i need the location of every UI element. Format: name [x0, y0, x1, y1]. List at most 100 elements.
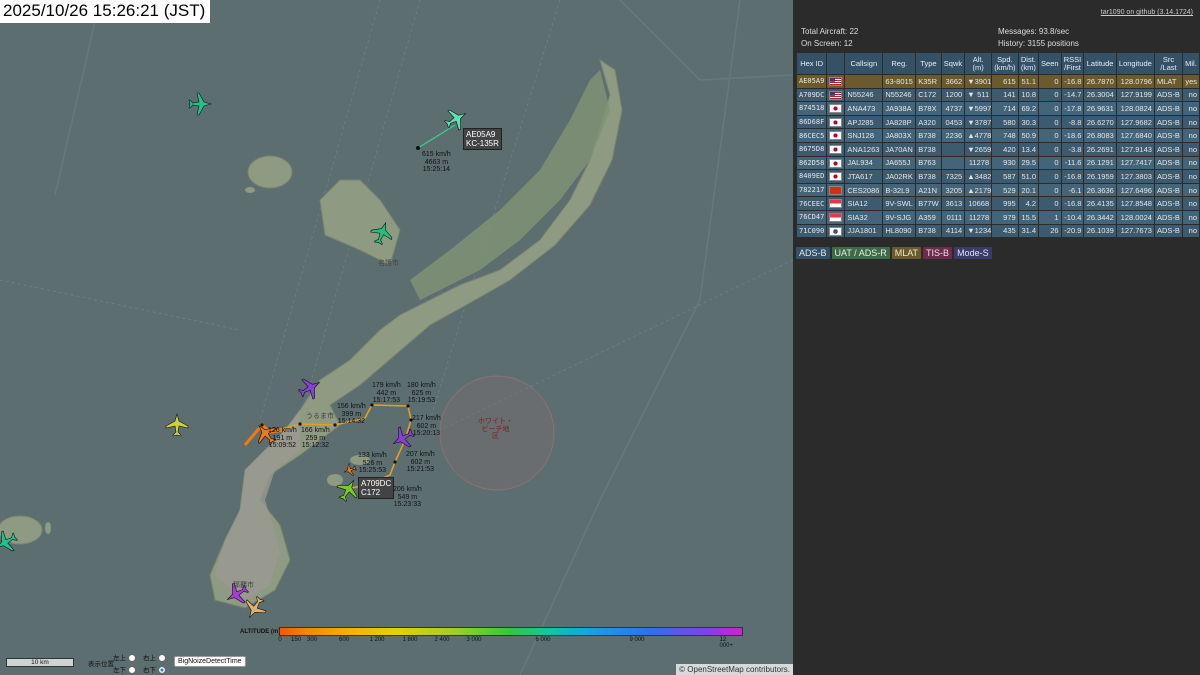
- pos-tr-radio[interactable]: [157, 654, 166, 663]
- column-header[interactable]: Type: [915, 52, 942, 75]
- cell-seen: 0: [1038, 169, 1062, 184]
- altitude-tick: 12 000+: [719, 637, 734, 649]
- flag-jp-icon: [829, 145, 843, 155]
- pos-tr-label: 右上: [143, 655, 156, 662]
- cell-latitude: 26.3636: [1083, 182, 1117, 198]
- cell-longitude: 127.7417: [1115, 155, 1155, 171]
- cell-hex: 8675D8: [795, 141, 828, 157]
- table-row[interactable]: AE05A9 63-8015 K35R 3662 ▼ 3901 615 51.1 0 -16.8 2…: [795, 74, 1200, 89]
- table-row[interactable]: 862D58 JAL934 JA655J B763 11278 930 29.5 0 -11.6…: [795, 155, 1200, 171]
- trail-label: 217 km/h 602 m 15:20:13: [412, 415, 441, 437]
- cell-reg: HL8090: [882, 223, 917, 239]
- table-row[interactable]: 76CEEC SIA12 9V-SWL B77W 3613 10668 995 4.2 0 -16…: [795, 196, 1200, 211]
- cell-type: B738: [915, 128, 942, 143]
- table-row[interactable]: 8409ED JTA617 JA02RK B738 7325 ▲ 3482 587 51.0 0-…: [795, 169, 1200, 184]
- cell-military: no: [1181, 182, 1200, 198]
- github-link[interactable]: tar1090 on github (3.14.1724): [1101, 9, 1193, 16]
- cell-longitude: 127.9682: [1115, 114, 1155, 130]
- column-header[interactable]: [826, 52, 846, 75]
- aircraft-icon[interactable]: [165, 413, 189, 437]
- map-view[interactable]: AE05A9 KC-135R 615 km/h 4663 m 15:25:14 A7…: [0, 0, 793, 675]
- cell-speed: 580: [991, 114, 1019, 130]
- cell-latitude: 26.7870: [1083, 74, 1117, 89]
- cell-military: no: [1181, 169, 1200, 184]
- cell-seen: 26: [1038, 223, 1062, 239]
- aircraft-icon[interactable]: [367, 218, 397, 248]
- trail-label: 126 km/h 191 m 15:09:52: [268, 427, 297, 449]
- pos-tl-radio[interactable]: [127, 654, 136, 663]
- altitude-tick: 1 200: [369, 637, 385, 643]
- cell-seen: 0: [1038, 128, 1062, 143]
- cell-callsign: SIA32: [844, 209, 884, 225]
- aircraft-icon-a709dc[interactable]: [341, 461, 359, 479]
- table-row[interactable]: 8675D8 ANA1263 JA70AN B738 ▼ 2659 420 13.4 0 -3.8…: [795, 141, 1200, 157]
- flag-jp-icon: [829, 131, 843, 141]
- column-header[interactable]: Dist. (km): [1017, 52, 1040, 75]
- table-row[interactable]: 86D68F APJ285 JA828P A320 0453 ▼ 3787 580 30.3 0-…: [795, 114, 1200, 130]
- column-header[interactable]: Mil.: [1181, 52, 1200, 75]
- cell-distance: 13.4: [1017, 141, 1040, 157]
- cell-longitude: 127.6840: [1115, 128, 1155, 143]
- table-row[interactable]: 782217 CES2086 B-32L9 A21N 3205 ▲ 2179 529 20.1 0…: [795, 182, 1200, 198]
- aircraft-icon[interactable]: [188, 92, 212, 116]
- column-header[interactable]: Hex ID: [795, 52, 828, 75]
- cell-reg: 63-8015: [882, 74, 917, 89]
- cell-source: ADS-B: [1153, 223, 1183, 239]
- column-header[interactable]: Src /Last: [1153, 52, 1183, 75]
- cell-military: no: [1181, 114, 1200, 130]
- flag-sg-icon: [829, 212, 843, 222]
- flag-icon: [826, 101, 846, 116]
- cell-speed: 979: [991, 209, 1019, 225]
- pos-bl-radio[interactable]: [127, 666, 136, 675]
- sidebar-panel: tar1090 on github (3.14.1724) Total Airc…: [793, 0, 1200, 675]
- on-screen: On Screen: 12: [801, 39, 853, 48]
- big-noize-detect-time-button[interactable]: BigNoizeDetectTime: [174, 656, 246, 667]
- cell-longitude: 127.9143: [1115, 141, 1155, 157]
- cell-reg: B-32L9: [882, 182, 917, 198]
- aircraft-icon[interactable]: [0, 526, 22, 558]
- cell-military: no: [1181, 141, 1200, 157]
- altitude-gradient: [279, 627, 743, 636]
- altitude-value: 4778: [974, 131, 992, 141]
- column-header[interactable]: Reg.: [882, 52, 917, 75]
- trail-label: 207 km/h 602 m 15:21:53: [406, 451, 435, 473]
- aircraft-label-ae05a9: AE05A9 KC-135R: [463, 128, 502, 150]
- cell-altitude: ▼ 511: [964, 87, 993, 103]
- table-row[interactable]: 71C090 JJA1801 HL8090 B738 4114 ▼ 1234 435 31.4 2…: [795, 223, 1200, 239]
- altitude-value: 10668: [968, 199, 990, 209]
- column-header[interactable]: Longitude: [1115, 52, 1155, 75]
- aircraft-icon[interactable]: [239, 592, 271, 624]
- table-row[interactable]: A709DC N55246 N55246 C172 1200 ▼ 511 141 10.8 0 -1…: [795, 87, 1200, 103]
- cell-reg: JA655J: [882, 155, 917, 171]
- column-header[interactable]: Spd. (km/h): [991, 52, 1019, 75]
- cell-rssi: -16.8: [1060, 169, 1085, 184]
- cell-hex: 874518: [795, 101, 828, 116]
- attribution: © OpenStreetMap contributors.: [676, 664, 793, 675]
- column-header[interactable]: Seen: [1038, 52, 1062, 75]
- cell-longitude: 127.3803: [1115, 169, 1155, 184]
- cell-type: K35R: [915, 74, 942, 89]
- cell-seen: 0: [1038, 114, 1062, 130]
- cell-type: B738: [915, 169, 942, 184]
- column-header[interactable]: Latitude: [1083, 52, 1117, 75]
- cell-altitude: ▼ 2659: [964, 141, 993, 157]
- cell-altitude: ▼ 3787: [964, 114, 993, 130]
- cell-source: ADS-B: [1153, 101, 1183, 116]
- aircraft-icon[interactable]: [294, 372, 326, 404]
- cell-rssi: -10.4: [1060, 209, 1085, 225]
- column-header[interactable]: Sqwk: [940, 52, 966, 75]
- cell-squawk: 3205: [940, 182, 966, 198]
- column-header[interactable]: Callsign: [844, 52, 884, 75]
- table-row[interactable]: 86CEC5 SNJ128 JA803X B738 2236 ▲ 4778 748 50.9 0-…: [795, 128, 1200, 143]
- altitude-value: 1234: [974, 226, 992, 236]
- restricted-area-label: ホワイト・ ビーチ地 区: [478, 418, 513, 440]
- column-header[interactable]: Alt. (m): [964, 52, 993, 75]
- cell-type: B763: [915, 155, 942, 171]
- table-row[interactable]: 874518 ANA473 JA938A B78X 4737 ▼ 5997 714 69.2 0-…: [795, 101, 1200, 116]
- table-row[interactable]: 76CD47 SIA32 9V-SJG A359 0111 11278 979 15.5 1 -1…: [795, 209, 1200, 225]
- cell-distance: 29.5: [1017, 155, 1040, 171]
- flag-jp-icon: [829, 172, 843, 182]
- pos-br-radio[interactable]: [157, 666, 166, 675]
- cell-squawk: 7325: [940, 169, 966, 184]
- column-header[interactable]: RSSI /First: [1060, 52, 1085, 75]
